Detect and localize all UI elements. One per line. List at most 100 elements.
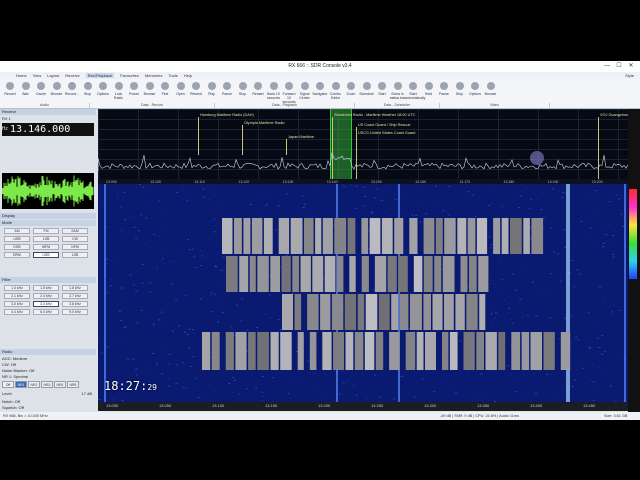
ribbon-button-browse[interactable]: Browse	[51, 81, 63, 103]
ribbon-button-signal-center[interactable]: Signal Center	[299, 81, 311, 103]
mode-header[interactable]: Mode	[0, 220, 96, 226]
filter-button-4[interactable]: 2.4 kHz	[33, 293, 59, 299]
ribbon-button-browse[interactable]: Browse	[144, 81, 156, 103]
filter-button-8[interactable]: 3.8 kHz	[62, 301, 88, 307]
waterfall-display[interactable]	[98, 184, 628, 402]
mode-button-7[interactable]: WFM	[33, 244, 59, 250]
ribbon-button-options[interactable]: Options	[469, 81, 481, 103]
ribbon-button-play[interactable]: Play	[206, 81, 218, 103]
ribbon-button-start[interactable]: Start	[376, 81, 388, 103]
waterfall-color-scale[interactable]	[628, 109, 640, 412]
receive-header[interactable]: Receive	[0, 109, 96, 115]
menu-layout[interactable]: Layout	[47, 73, 59, 78]
fax-signal-block	[333, 332, 344, 370]
ribbon-button-back-10-seconds[interactable]: Back 10 seconds	[267, 81, 280, 103]
ribbon-button-pause[interactable]: Pause	[221, 81, 233, 103]
mode-button-2[interactable]: SAM	[62, 228, 88, 234]
ribbon-button-restart[interactable]: Restart	[252, 81, 264, 103]
waterfall-noise	[592, 241, 595, 243]
filter-button-10[interactable]: 6.0 kHz	[33, 309, 59, 315]
waterfall-noise	[307, 360, 310, 362]
filter-header[interactable]: Filter	[0, 277, 96, 283]
filter-button-7[interactable]: 3.4 kHz	[33, 301, 59, 307]
menu-favourites[interactable]: Favourites	[120, 73, 139, 78]
waterfall-noise	[265, 204, 268, 206]
waterfall-noise	[173, 261, 176, 263]
display-header[interactable]: Display	[0, 213, 96, 219]
menu-tools[interactable]: Tools	[168, 73, 177, 78]
ribbon-button-show-in-status-bar[interactable]: Show in status bar	[390, 81, 405, 103]
mode-button-6[interactable]: DSB	[4, 244, 30, 250]
filter-button-1[interactable]: 1.5 kHz	[33, 285, 59, 291]
filter-button-2[interactable]: 1.8 kHz	[62, 285, 88, 291]
ribbon-button-pause[interactable]: Pause	[438, 81, 450, 103]
ribbon-button-start-automatically[interactable]: Start automatically	[405, 81, 425, 103]
ribbon-button-zoom[interactable]: Zoom	[345, 81, 357, 103]
ribbon-button-wav[interactable]: Wav	[20, 81, 32, 103]
filter-button-3[interactable]: 2.1 kHz	[4, 293, 30, 299]
filter-button-9[interactable]: 4.4 kHz	[4, 309, 30, 315]
mode-button-11[interactable]: LSB	[62, 252, 88, 258]
waterfall-noise	[98, 399, 101, 400]
ribbon-button-options[interactable]: Options	[97, 81, 109, 103]
mode-button-1[interactable]: FM	[33, 228, 59, 234]
radio-header[interactable]: Radio	[0, 349, 96, 355]
style-selector[interactable]: Style	[625, 73, 634, 78]
menu-rec-playback[interactable]: Rec/Playback	[85, 73, 115, 78]
waterfall-noise	[405, 250, 408, 252]
ribbon-button-stop[interactable]: Stop	[237, 81, 249, 103]
ribbon-button-rewind[interactable]: Rewind	[190, 81, 202, 103]
filter-button-5[interactable]: 2.7 kHz	[62, 293, 88, 299]
waterfall-noise	[354, 208, 357, 210]
menu-home[interactable]: Home	[16, 73, 27, 78]
waterfall-noise	[620, 213, 623, 215]
mode-button-8[interactable]: NFM	[62, 244, 88, 250]
ribbon-button-record-[interactable]: Record...	[65, 81, 79, 103]
close-button[interactable]: ✕	[626, 62, 636, 70]
ribbon-button-hold[interactable]: Hold	[423, 81, 435, 103]
nr-tab-4[interactable]: NR4	[54, 381, 66, 388]
menu-memories[interactable]: Memories	[145, 73, 163, 78]
ribbon-button-power[interactable]: Power	[128, 81, 140, 103]
mode-button-0[interactable]: AM	[4, 228, 30, 234]
maximize-button[interactable]: ☐	[614, 62, 624, 70]
ribbon-button-navigator[interactable]: Navigator	[313, 81, 327, 103]
fax-signal-block	[457, 218, 467, 254]
ribbon-button-stop[interactable]: Stop	[82, 81, 94, 103]
ribbon-button-record[interactable]: Record	[4, 81, 16, 103]
mode-button-3[interactable]: USB	[4, 236, 30, 242]
frequency-display[interactable]: Hz 13.146.000	[2, 123, 94, 136]
mode-button-9[interactable]: DRM	[4, 252, 30, 258]
mode-button-10[interactable]: USB	[33, 252, 59, 258]
ribbon-button-schedule[interactable]: Schedule	[359, 81, 374, 103]
ribbon-button-browse[interactable]: Browse	[485, 81, 497, 103]
nr-tab-0[interactable]: Off	[2, 381, 14, 388]
filter-button-0[interactable]: 1.0 kHz	[4, 285, 30, 291]
menu-receive[interactable]: Receive	[65, 73, 79, 78]
ribbon-button-stop[interactable]: Stop	[454, 81, 466, 103]
waterfall-noise	[182, 362, 185, 364]
mode-button-4[interactable]: LSB	[33, 236, 59, 242]
spectrum-display[interactable]: Hamburg Maritime Radio (DAH) Olympia Mari…	[98, 109, 628, 179]
waterfall-noise	[597, 263, 600, 265]
nr-tab-1[interactable]: NR1	[15, 381, 27, 388]
minimize-button[interactable]: —	[602, 62, 612, 70]
ribbon-button-open[interactable]: Open	[175, 81, 187, 103]
ribbon-button-label: Schedule	[359, 92, 374, 96]
ribbon-button-first[interactable]: First	[159, 81, 171, 103]
filter-button-6[interactable]: 3.0 kHz	[4, 301, 30, 307]
ribbon-button-forward-10-seconds[interactable]: Forward 10 seconds	[282, 81, 296, 104]
menu-view[interactable]: View	[33, 73, 42, 78]
nr-tab-3[interactable]: NR3	[41, 381, 53, 388]
nr-tab-2[interactable]: NR2	[28, 381, 40, 388]
ribbon-button-combo-editor[interactable]: Combo Editor	[330, 81, 342, 103]
fax-signal-block	[347, 218, 356, 254]
nr-tab-5[interactable]: NR5	[67, 381, 79, 388]
ribbon-button-lock-radio[interactable]: Lock Radio	[113, 81, 125, 103]
mode-button-5[interactable]: CW	[62, 236, 88, 242]
filter-button-11[interactable]: 9.0 kHz	[62, 309, 88, 315]
menu-help[interactable]: Help	[184, 73, 192, 78]
waterfall-noise	[196, 379, 199, 381]
bottom-frequency-scale[interactable]: 13.000 13.050 13.100 13.150 13.200 13.250 13.3…	[98, 402, 628, 411]
ribbon-button-cache[interactable]: Cache	[35, 81, 47, 103]
